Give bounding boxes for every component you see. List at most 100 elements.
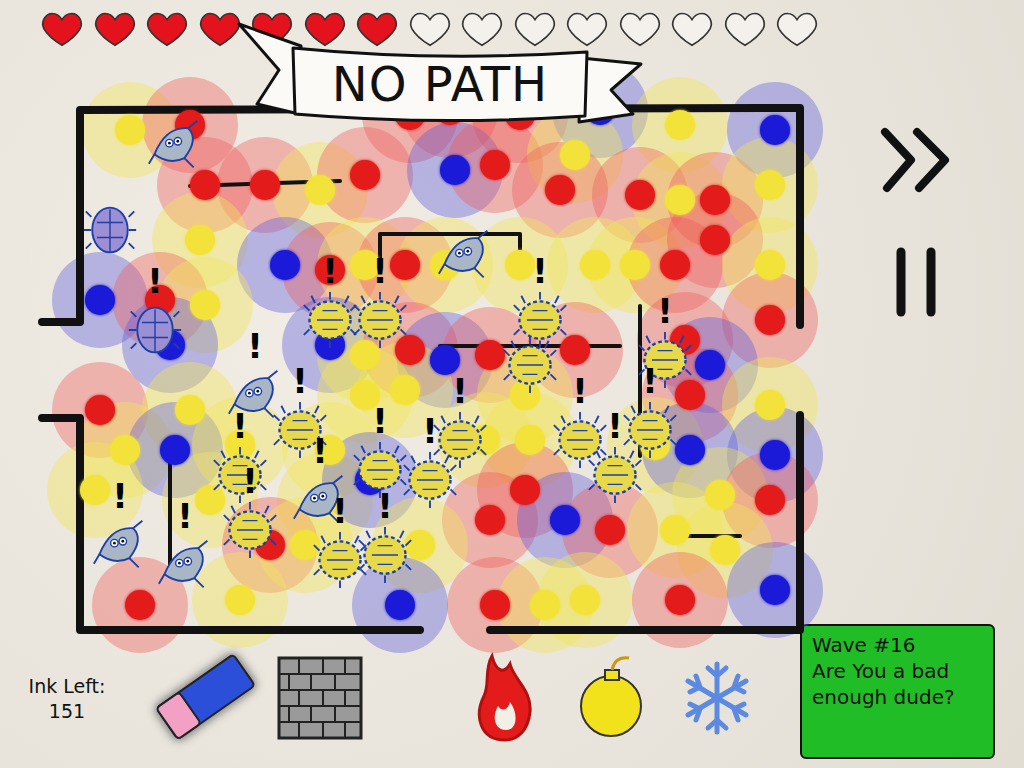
fast-forward-icon	[877, 124, 957, 196]
crawler-enemy-icon	[357, 527, 413, 583]
freeze-tool-button[interactable]	[680, 646, 755, 746]
fire-tower[interactable]	[755, 305, 785, 335]
fire-tower[interactable]	[665, 585, 695, 615]
freeze-tower[interactable]	[160, 435, 190, 465]
bomb-tower[interactable]	[710, 535, 740, 565]
bomb-tool-button[interactable]	[575, 646, 650, 746]
bomb-tower[interactable]	[580, 250, 610, 280]
freeze-tower[interactable]	[760, 575, 790, 605]
fire-tower[interactable]	[675, 380, 705, 410]
crawler-enemy	[357, 527, 413, 583]
bomb-tower[interactable]	[195, 485, 225, 515]
freeze-tower[interactable]	[440, 155, 470, 185]
flyer-enemy-icon	[157, 537, 213, 593]
freeze-tower[interactable]	[760, 115, 790, 145]
crawler-enemy-icon	[622, 402, 678, 458]
fire-tower[interactable]	[700, 185, 730, 215]
alert-mark: !	[450, 374, 470, 408]
bomb-tower[interactable]	[305, 175, 335, 205]
bomb-tower[interactable]	[530, 590, 560, 620]
alert-mark: !	[245, 329, 265, 363]
fire-tower[interactable]	[510, 475, 540, 505]
alert-mark: !	[230, 409, 250, 443]
crawler-enemy-icon	[302, 292, 358, 348]
freeze-tower[interactable]	[550, 505, 580, 535]
pause-icon	[877, 246, 957, 318]
no-path-banner: NO PATH	[235, 18, 645, 128]
ink-value: 151	[49, 699, 85, 724]
fast-forward-button[interactable]	[877, 124, 957, 196]
bomb-tower[interactable]	[290, 530, 320, 560]
snowflake-icon	[680, 646, 755, 746]
bomb-tower[interactable]	[190, 290, 220, 320]
fire-tower[interactable]	[595, 515, 625, 545]
play-area: !!!!!!!!!!!!!!!!!!!!	[0, 56, 1024, 626]
fire-tool-button[interactable]	[470, 646, 540, 746]
bomb-tower[interactable]	[175, 395, 205, 425]
alert-mark: !	[530, 254, 550, 288]
bomb-tower[interactable]	[755, 250, 785, 280]
crawler-enemy	[622, 402, 678, 458]
bomb-tower[interactable]	[505, 250, 535, 280]
fire-tower[interactable]	[475, 505, 505, 535]
fire-tower[interactable]	[480, 590, 510, 620]
bomb-tower[interactable]	[755, 390, 785, 420]
bomb-tower[interactable]	[405, 530, 435, 560]
bomb-tower[interactable]	[570, 585, 600, 615]
bomb-tower[interactable]	[660, 515, 690, 545]
freeze-tower[interactable]	[760, 440, 790, 470]
fire-tower[interactable]	[125, 590, 155, 620]
beetle-enemy-icon	[127, 302, 183, 358]
fire-tower[interactable]	[480, 150, 510, 180]
flyer-enemy	[157, 537, 213, 593]
flyer-enemy-icon	[92, 517, 148, 573]
bomb-tower[interactable]	[515, 425, 545, 455]
bomb-tower[interactable]	[665, 185, 695, 215]
bomb-tower[interactable]	[390, 375, 420, 405]
bomb-tower[interactable]	[185, 225, 215, 255]
bomb-tower[interactable]	[560, 140, 590, 170]
bomb-tower[interactable]	[620, 250, 650, 280]
freeze-tower[interactable]	[385, 590, 415, 620]
fire-tower[interactable]	[625, 180, 655, 210]
fire-tower[interactable]	[390, 250, 420, 280]
fire-tower[interactable]	[85, 395, 115, 425]
game-board[interactable]: !!!!!!!!!!!!!!!!!!!!	[40, 56, 840, 626]
fire-tower[interactable]	[545, 175, 575, 205]
fire-tower[interactable]	[250, 170, 280, 200]
pause-button[interactable]	[877, 246, 957, 318]
fire-tower[interactable]	[560, 335, 590, 365]
fire-tower[interactable]	[350, 160, 380, 190]
flyer-enemy-icon	[147, 117, 203, 173]
bomb-tower[interactable]	[80, 475, 110, 505]
freeze-tower[interactable]	[430, 345, 460, 375]
freeze-tower[interactable]	[270, 250, 300, 280]
fire-tower[interactable]	[190, 170, 220, 200]
crawler-enemy	[502, 337, 558, 393]
crawler-enemy	[402, 452, 458, 508]
ink-counter: Ink Left:151	[12, 674, 122, 723]
fire-tower[interactable]	[660, 250, 690, 280]
wall-tool-button[interactable]	[275, 646, 365, 746]
freeze-tower[interactable]	[675, 435, 705, 465]
life-heart-empty-icon	[618, 8, 662, 48]
bomb-tower[interactable]	[225, 585, 255, 615]
bomb-tower[interactable]	[350, 340, 380, 370]
crawler-enemy-icon	[222, 502, 278, 558]
bomb-tower[interactable]	[110, 435, 140, 465]
bomb-tower[interactable]	[665, 110, 695, 140]
wave-message: Are You a bad enough dude?	[812, 658, 983, 710]
bomb-tower[interactable]	[115, 115, 145, 145]
bomb-tower[interactable]	[755, 170, 785, 200]
fire-tower[interactable]	[475, 340, 505, 370]
alert-mark: !	[310, 434, 330, 468]
fire-tower[interactable]	[755, 485, 785, 515]
bomb-tower[interactable]	[705, 480, 735, 510]
bomb-tower[interactable]	[510, 380, 540, 410]
freeze-tower[interactable]	[695, 350, 725, 380]
freeze-tower[interactable]	[85, 285, 115, 315]
eraser-tool-button[interactable]	[150, 646, 260, 746]
fire-tower[interactable]	[700, 225, 730, 255]
fire-tower[interactable]	[395, 335, 425, 365]
crawler-enemy-icon	[402, 452, 458, 508]
